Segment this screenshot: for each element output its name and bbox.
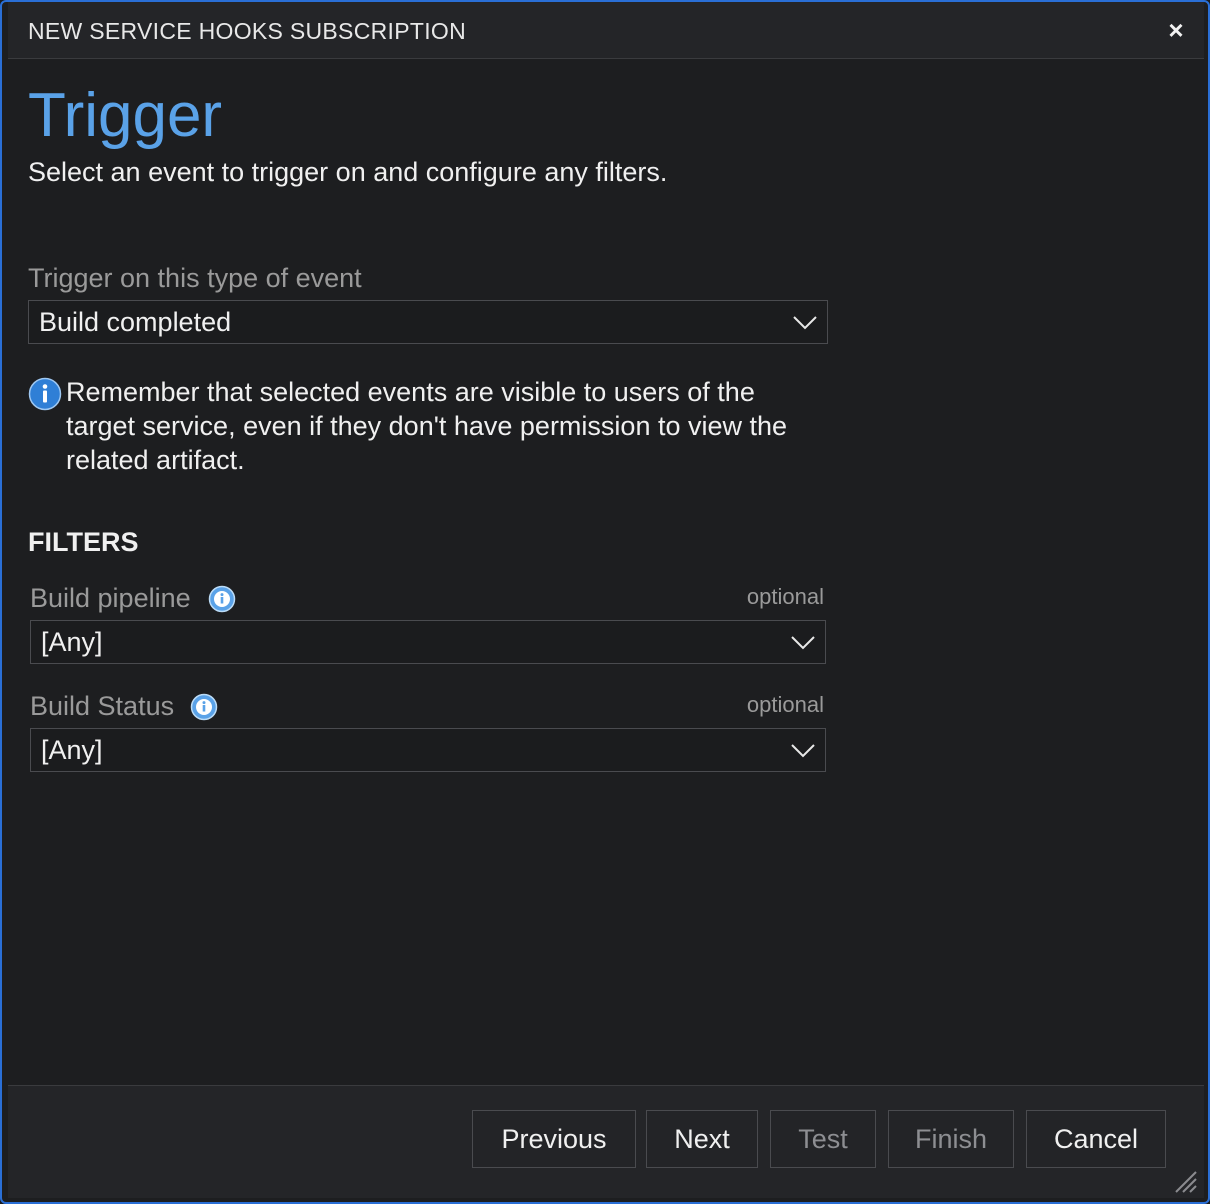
- build-pipeline-value: [Any]: [41, 627, 103, 657]
- filters-heading: FILTERS: [28, 527, 139, 557]
- build-status-label: Build Status: [30, 691, 175, 721]
- chevron-down-icon: [791, 636, 815, 650]
- build-pipeline-optional: optional: [746, 584, 824, 609]
- page-subtitle: Select an event to trigger on and config…: [28, 157, 668, 187]
- cancel-button[interactable]: Cancel: [1026, 1110, 1166, 1168]
- build-status-select[interactable]: [Any]: [30, 728, 826, 772]
- event-type-label: Trigger on this type of event: [28, 263, 362, 293]
- build-pipeline-label: Build pipeline: [30, 583, 191, 613]
- test-button[interactable]: Test: [770, 1110, 876, 1168]
- visibility-notice-text: Remember that selected events are visibl…: [66, 377, 788, 475]
- dialog-titlebar: NEW SERVICE HOOKS SUBSCRIPTION ×: [8, 2, 1204, 59]
- event-type-select[interactable]: Build completed: [28, 300, 828, 344]
- event-type-value: Build completed: [39, 307, 232, 337]
- dialog-title: NEW SERVICE HOOKS SUBSCRIPTION: [28, 18, 466, 44]
- chevron-down-icon: [793, 316, 817, 330]
- close-icon[interactable]: ×: [1164, 15, 1188, 45]
- build-pipeline-select[interactable]: [Any]: [30, 620, 826, 664]
- dialog-footer: Previous Next Test Finish Cancel: [8, 1085, 1204, 1198]
- build-status-info-icon[interactable]: [190, 693, 218, 721]
- service-hooks-dialog: NEW SERVICE HOOKS SUBSCRIPTION × Trigger…: [0, 0, 1210, 1204]
- build-status-optional: optional: [746, 692, 824, 717]
- info-icon: [28, 377, 62, 411]
- page-title: Trigger: [28, 81, 223, 150]
- chevron-down-icon: [791, 744, 815, 758]
- resize-grip-icon[interactable]: [1172, 1168, 1198, 1194]
- finish-button[interactable]: Finish: [888, 1110, 1014, 1168]
- build-pipeline-info-icon[interactable]: [208, 585, 236, 613]
- previous-button[interactable]: Previous: [472, 1110, 636, 1168]
- build-status-value: [Any]: [41, 735, 103, 765]
- next-button[interactable]: Next: [646, 1110, 758, 1168]
- dialog-body: Trigger Select an event to trigger on an…: [8, 59, 1204, 1086]
